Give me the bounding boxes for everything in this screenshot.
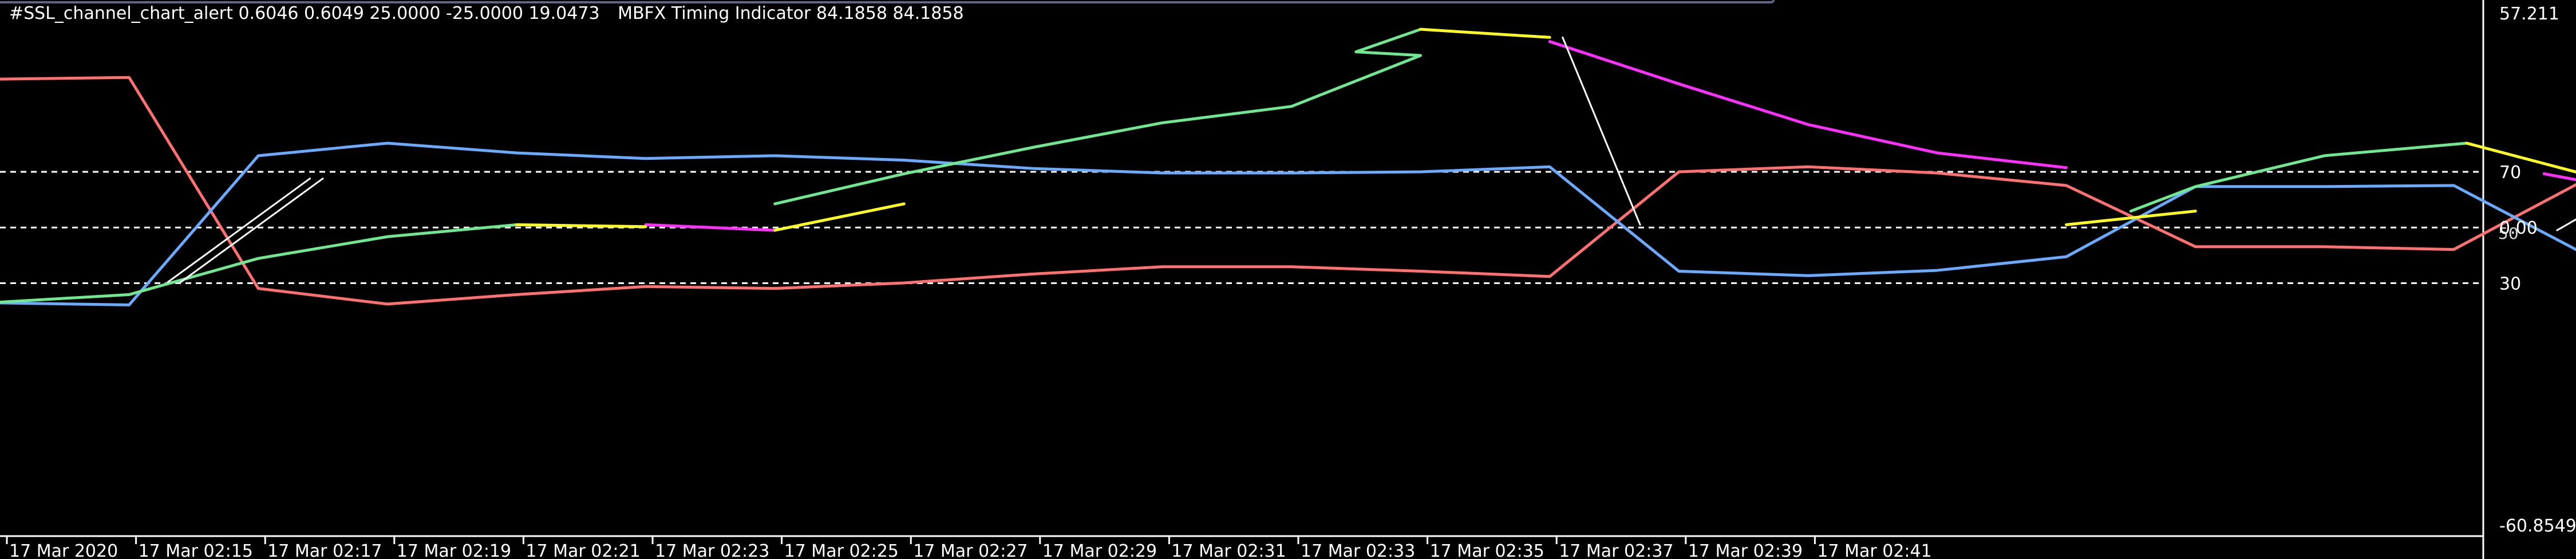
x-tick-label-9: 17 Mar 02:31 [1171, 541, 1286, 559]
x-tick-label-4: 17 Mar 02:21 [526, 541, 640, 559]
magenta-line-segment-1 [1548, 40, 2068, 170]
x-tick-label-10: 17 Mar 02:33 [1301, 541, 1415, 559]
x-tick-label-3: 17 Mar 02:19 [397, 541, 511, 559]
x-tick-label-1: 17 Mar 02:15 [139, 541, 253, 559]
x-tick-label-14: 17 Mar 02:41 [1817, 541, 1931, 559]
white-signal-line-0 [167, 178, 311, 283]
mbfx-indicator-label: MBFX Timing Indicator 84.1858 84.1858 [618, 3, 964, 23]
x-tick-label-11: 17 Mar 02:35 [1430, 541, 1544, 559]
x-tick-label-7: 17 Mar 02:27 [913, 541, 1028, 559]
x-tick-label-6: 17 Mar 02:25 [784, 541, 899, 559]
green-line-segment-2 [2129, 141, 2468, 213]
grid-layer [0, 0, 2484, 559]
indicator-header: #SSL_channel_chart_alert 0.6046 0.6049 2… [9, 3, 977, 23]
x-tick-label-8: 17 Mar 02:29 [1042, 541, 1157, 559]
y-tick-label-0: 57.211 [2499, 4, 2559, 24]
green-line-segment-1 [773, 27, 1423, 206]
ssl-indicator-label: #SSL_channel_chart_alert 0.6046 0.6049 2… [9, 3, 600, 23]
y-tick-label-50-overlap: 50 [2498, 224, 2519, 243]
blue-line-series [0, 141, 2576, 306]
yellow-line-segment-0 [515, 223, 647, 229]
green-line-segment-0 [0, 223, 518, 304]
x-tick-label-0: 17 Mar 2020 [9, 541, 118, 559]
chart-window[interactable]: 57.211 70 0.00 30 -60.8549 50 17 Mar 2020 17 Ma… [0, 0, 2576, 559]
y-tick-label-1: 70 [2499, 163, 2521, 183]
axis-layer: 57.211700.0030-60.85495017 Mar 2020 17 Ma… [6, 4, 2576, 559]
x-tick-label-5: 17 Mar 02:23 [655, 541, 769, 559]
y-tick-label-4: -60.8549 [2499, 516, 2576, 536]
white-signal-line-2 [1562, 36, 1641, 226]
yellow-line-segment-1 [773, 202, 906, 232]
series-layer [0, 27, 2576, 306]
x-tick-label-13: 17 Mar 02:39 [1688, 541, 1803, 559]
x-tick-label-2: 17 Mar 02:17 [267, 541, 382, 559]
yellow-line-segment-2 [1419, 27, 1551, 39]
chart-svg[interactable]: 57.211700.0030-60.85495017 Mar 2020 17 Ma… [0, 0, 2576, 559]
y-tick-label-3: 30 [2499, 274, 2521, 294]
x-tick-label-12: 17 Mar 02:37 [1559, 541, 1673, 559]
